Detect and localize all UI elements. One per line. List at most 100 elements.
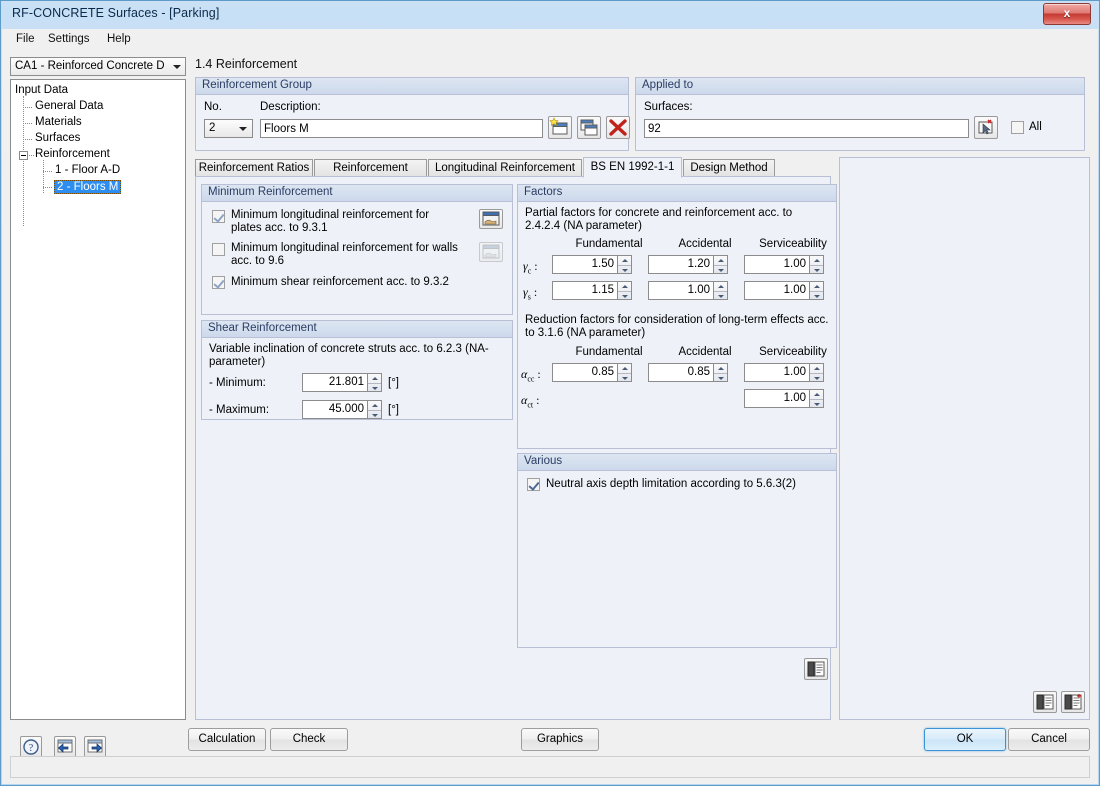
delete-group-button[interactable] xyxy=(606,116,630,139)
tab-reinforcement-ratios[interactable]: Reinforcement Ratios xyxy=(195,159,313,177)
min-long-walls-checkbox[interactable] xyxy=(212,243,225,256)
gamma-c-serviceability-spinner[interactable]: 1.00 xyxy=(744,255,824,274)
tab-bs-en-1992-1-1[interactable]: BS EN 1992-1-1 xyxy=(583,157,682,178)
spin-down-icon[interactable] xyxy=(618,264,631,275)
spin-down-icon[interactable] xyxy=(368,382,381,393)
spin-down-icon[interactable] xyxy=(714,372,727,383)
tree-item-reinforcement[interactable]: Reinforcement xyxy=(35,148,110,160)
spin-buttons[interactable] xyxy=(713,281,728,300)
graphics-button[interactable]: Graphics xyxy=(521,728,599,751)
factors-details-button[interactable] xyxy=(804,658,828,680)
navigator-tree[interactable]: Input Data General Data Materials Surfac… xyxy=(10,79,186,720)
ok-button[interactable]: OK xyxy=(924,728,1006,751)
spin-buttons[interactable] xyxy=(809,363,824,382)
shear-minimum-value[interactable]: 21.801 xyxy=(302,373,367,392)
spin-up-icon[interactable] xyxy=(618,282,631,291)
spin-up-icon[interactable] xyxy=(368,374,381,383)
gamma-s-accidental-value[interactable]: 1.00 xyxy=(648,281,713,300)
calculation-button[interactable]: Calculation xyxy=(188,728,266,751)
min-long-plates-checkbox[interactable] xyxy=(212,210,225,223)
new-group-button[interactable] xyxy=(548,116,572,139)
spin-buttons[interactable] xyxy=(809,255,824,274)
surfaces-input[interactable] xyxy=(644,119,969,138)
alpha-cc-serviceability-spinner[interactable]: 1.00 xyxy=(744,363,824,382)
spin-buttons[interactable] xyxy=(617,363,632,382)
alpha-cc-accidental-value[interactable]: 0.85 xyxy=(648,363,713,382)
gamma-c-serviceability-value[interactable]: 1.00 xyxy=(744,255,809,274)
gamma-s-fundamental-spinner[interactable]: 1.15 xyxy=(552,281,632,300)
spin-down-icon[interactable] xyxy=(714,264,727,275)
alpha-ct-serviceability-spinner[interactable]: 1.00 xyxy=(744,389,824,408)
gamma-s-accidental-spinner[interactable]: 1.00 xyxy=(648,281,728,300)
spin-up-icon[interactable] xyxy=(714,282,727,291)
menu-file[interactable]: File xyxy=(10,32,41,46)
menu-settings[interactable]: Settings xyxy=(42,32,96,46)
side-details-button-2[interactable] xyxy=(1061,691,1085,713)
spin-up-icon[interactable] xyxy=(810,282,823,291)
group-description-input[interactable] xyxy=(260,119,543,138)
spin-up-icon[interactable] xyxy=(714,256,727,265)
spin-buttons[interactable] xyxy=(617,255,632,274)
shear-maximum-spinner[interactable]: 45.000 xyxy=(302,400,382,419)
tree-child-floors-m-selected[interactable]: 2 - Floors M xyxy=(54,180,122,194)
cancel-button[interactable]: Cancel xyxy=(1008,728,1090,751)
spin-up-icon[interactable] xyxy=(618,256,631,265)
spin-down-icon[interactable] xyxy=(810,398,823,409)
tab-longitudinal-reinforcement[interactable]: Longitudinal Reinforcement xyxy=(428,159,582,177)
close-button[interactable]: x xyxy=(1043,3,1091,25)
spin-down-icon[interactable] xyxy=(810,372,823,383)
tab-reinforcement-layout[interactable]: Reinforcement Layout xyxy=(314,159,427,191)
spin-down-icon[interactable] xyxy=(714,290,727,301)
alpha-cc-serviceability-value[interactable]: 1.00 xyxy=(744,363,809,382)
spin-buttons[interactable] xyxy=(809,281,824,300)
spin-buttons[interactable] xyxy=(809,389,824,408)
gamma-c-accidental-spinner[interactable]: 1.20 xyxy=(648,255,728,274)
gamma-s-serviceability-value[interactable]: 1.00 xyxy=(744,281,809,300)
tree-item-general-data[interactable]: General Data xyxy=(35,100,103,112)
spin-up-icon[interactable] xyxy=(810,390,823,399)
shear-minimum-spinner[interactable]: 21.801 xyxy=(302,373,382,392)
group-no-combo[interactable]: 2 xyxy=(204,119,253,138)
shear-minimum-spin-buttons[interactable] xyxy=(367,373,382,392)
shear-maximum-spin-buttons[interactable] xyxy=(367,400,382,419)
gamma-c-fundamental-spinner[interactable]: 1.50 xyxy=(552,255,632,274)
gamma-c-fundamental-value[interactable]: 1.50 xyxy=(552,255,617,274)
shear-maximum-value[interactable]: 45.000 xyxy=(302,400,367,419)
pick-surfaces-button[interactable] xyxy=(974,116,998,139)
spin-down-icon[interactable] xyxy=(368,409,381,420)
tree-item-surfaces[interactable]: Surfaces xyxy=(35,132,80,144)
neutral-axis-checkbox[interactable] xyxy=(527,478,540,491)
gamma-c-accidental-value[interactable]: 1.20 xyxy=(648,255,713,274)
min-long-plates-settings-button[interactable] xyxy=(479,209,503,229)
alpha-cc-fundamental-spinner[interactable]: 0.85 xyxy=(552,363,632,382)
spin-down-icon[interactable] xyxy=(618,372,631,383)
spin-up-icon[interactable] xyxy=(810,364,823,373)
alpha-ct-serviceability-value[interactable]: 1.00 xyxy=(744,389,809,408)
check-button[interactable]: Check xyxy=(270,728,348,751)
spin-down-icon[interactable] xyxy=(810,264,823,275)
spin-buttons[interactable] xyxy=(713,363,728,382)
tree-root-input-data[interactable]: Input Data xyxy=(15,84,68,96)
spin-up-icon[interactable] xyxy=(714,364,727,373)
gamma-s-fundamental-value[interactable]: 1.15 xyxy=(552,281,617,300)
spin-up-icon[interactable] xyxy=(810,256,823,265)
spin-up-icon[interactable] xyxy=(368,401,381,410)
tree-child-floor-a-d[interactable]: 1 - Floor A-D xyxy=(55,164,120,176)
menu-help[interactable]: Help xyxy=(101,32,137,46)
min-shear-reinforcement-checkbox[interactable] xyxy=(212,276,225,289)
min-long-walls-settings-button[interactable] xyxy=(479,242,503,262)
tree-item-materials[interactable]: Materials xyxy=(35,116,82,128)
spin-down-icon[interactable] xyxy=(618,290,631,301)
spin-down-icon[interactable] xyxy=(810,290,823,301)
spin-buttons[interactable] xyxy=(713,255,728,274)
side-details-button-1[interactable] xyxy=(1033,691,1057,713)
gamma-s-serviceability-spinner[interactable]: 1.00 xyxy=(744,281,824,300)
tab-design-method[interactable]: Design Method xyxy=(683,159,775,177)
copy-group-button[interactable] xyxy=(577,116,601,139)
all-checkbox[interactable] xyxy=(1011,121,1024,134)
spin-buttons[interactable] xyxy=(617,281,632,300)
spin-up-icon[interactable] xyxy=(618,364,631,373)
design-case-combo[interactable]: CA1 - Reinforced Concrete Des xyxy=(10,57,186,76)
tree-expander-reinforcement[interactable] xyxy=(19,151,28,160)
alpha-cc-fundamental-value[interactable]: 0.85 xyxy=(552,363,617,382)
